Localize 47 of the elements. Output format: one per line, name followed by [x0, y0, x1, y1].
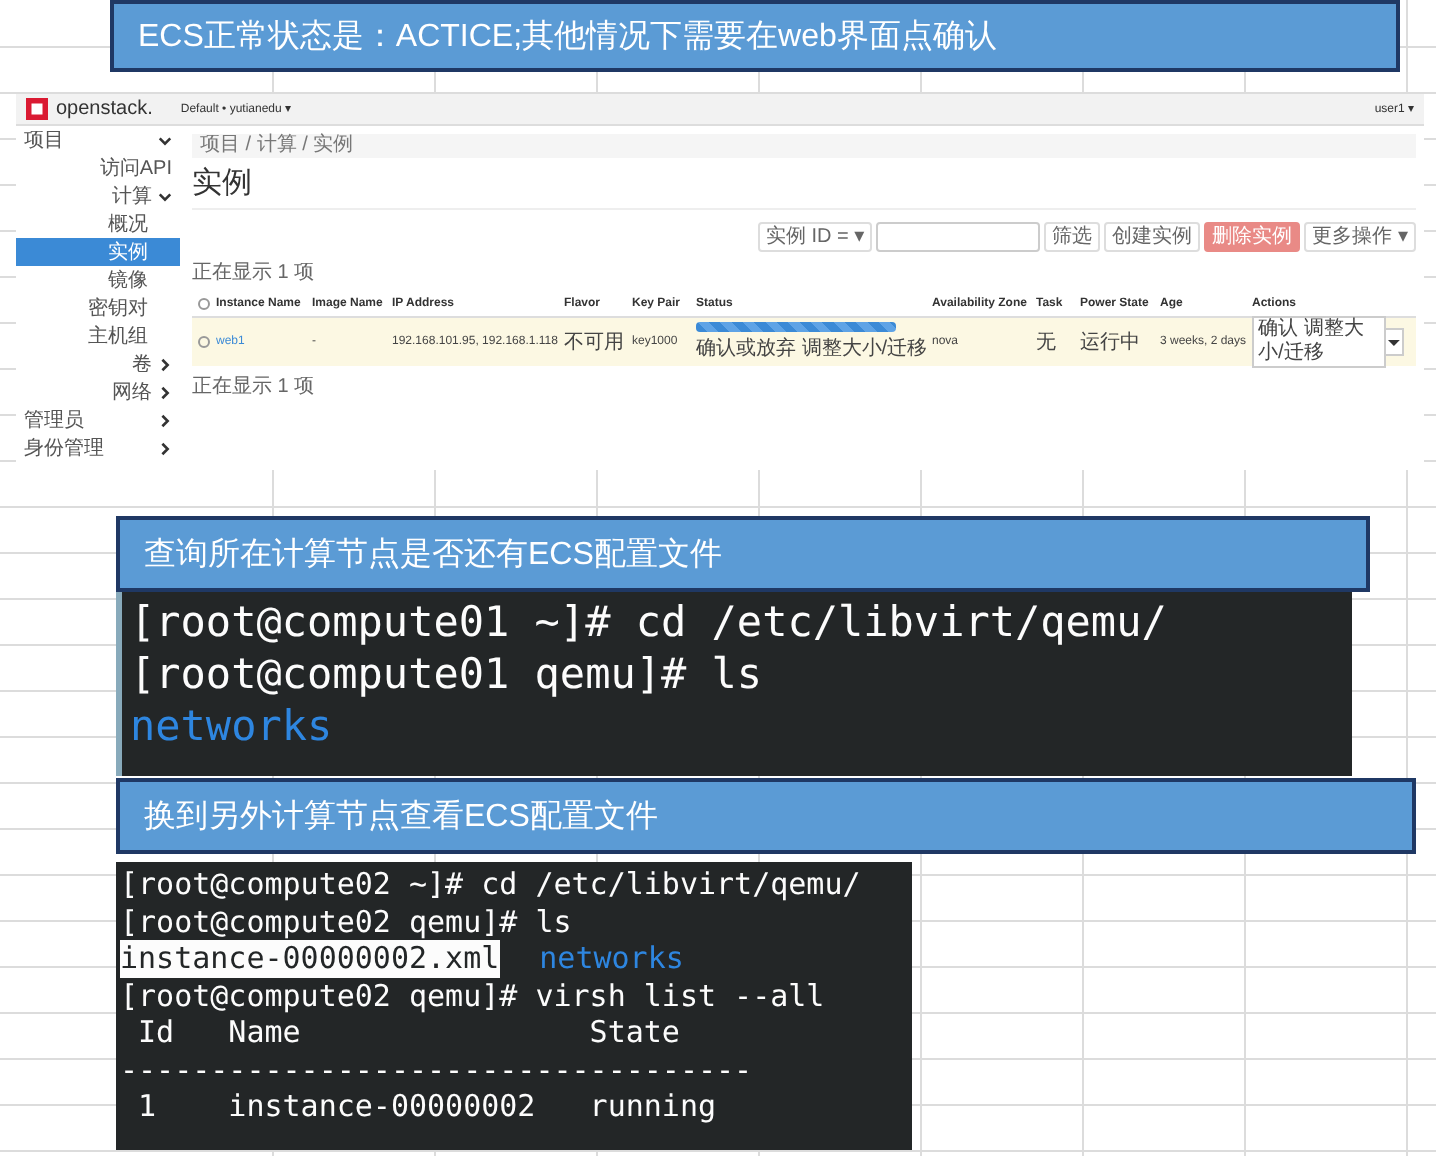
item-count: 正在显示 1 项 — [192, 374, 317, 400]
terminal-line: [root@compute01 qemu]# ls — [130, 648, 763, 700]
item-count: 正在显示 1 项 — [192, 260, 317, 286]
sidebar-item[interactable]: 实例 — [16, 238, 180, 266]
logo-text: openstack. — [56, 98, 153, 120]
terminal-line: [root@compute02 ~]# cd /etc/libvirt/qemu/ — [120, 866, 861, 903]
page-title: 实例 — [192, 158, 1416, 210]
chevron-down-icon — [158, 189, 172, 203]
sidebar-item[interactable]: 镜像 — [16, 266, 180, 294]
sidebar-item[interactable]: 卷 — [16, 350, 180, 378]
table-cell-text: 无 — [1036, 330, 1056, 356]
sidebar-item[interactable]: 项目 — [16, 126, 180, 154]
note-banner: ECS正常状态是：ACTICE;其他情况下需要在web界面点确认 — [110, 0, 1400, 72]
sidebar-item[interactable]: 管理员 — [16, 406, 180, 434]
sidebar-item[interactable]: 密钥对 — [16, 294, 180, 322]
terminal-line: [root@compute02 qemu]# virsh list --all — [120, 977, 825, 1014]
sidebar-item[interactable]: 访问API — [16, 154, 180, 182]
create-button[interactable]: 创建实例 — [1104, 222, 1201, 252]
chevron-down-icon — [158, 133, 172, 147]
caret-icon[interactable] — [1386, 328, 1404, 356]
filter-button[interactable]: 筛选 — [1044, 222, 1101, 252]
checkbox[interactable] — [198, 336, 210, 348]
note-banner: 查询所在计算节点是否还有ECS配置文件 — [116, 516, 1370, 592]
terminal-line: 1 instance-00000002 running — [136, 1088, 717, 1125]
filter-field[interactable] — [876, 222, 1041, 252]
note-banner: 换到另外计算节点查看ECS配置文件 — [116, 778, 1416, 854]
sidebar-item[interactable]: 身份管理 — [16, 434, 180, 462]
table-cell-text: 运行中 — [1080, 329, 1140, 356]
table-cell-text: 不可用 — [564, 330, 624, 356]
sidebar-item[interactable]: 计算 — [16, 182, 180, 210]
directory-name: networks — [130, 700, 333, 752]
status-text: 确认或放弃 调整大小/迁移 — [696, 335, 928, 362]
terminal-line: ----------------------------------- — [120, 1051, 753, 1088]
breadcrumb[interactable]: 项目 / 计算 / 实例 — [192, 134, 1416, 158]
sidebar-item[interactable]: 概况 — [16, 210, 180, 238]
terminal-line: Id Name State — [136, 1014, 680, 1051]
sidebar-item[interactable]: 网络 — [16, 378, 180, 406]
terminal-line: [root@compute01 ~]# cd /etc/libvirt/qemu/ — [130, 596, 1167, 648]
confirm-button[interactable]: 确认 调整大小/迁移 — [1252, 316, 1387, 368]
checkbox[interactable] — [198, 298, 210, 310]
more-actions-button[interactable]: 更多操作 ▾ — [1304, 222, 1416, 252]
filter-select[interactable]: 实例 ID = ▾ — [757, 222, 873, 252]
sidebar-item[interactable]: 主机组 — [16, 322, 180, 350]
directory-name: networks — [539, 940, 684, 977]
file-name: instance-00000002.xml — [120, 940, 500, 977]
terminal-line: [root@compute02 qemu]# ls — [120, 903, 572, 940]
logo-icon — [26, 98, 48, 120]
